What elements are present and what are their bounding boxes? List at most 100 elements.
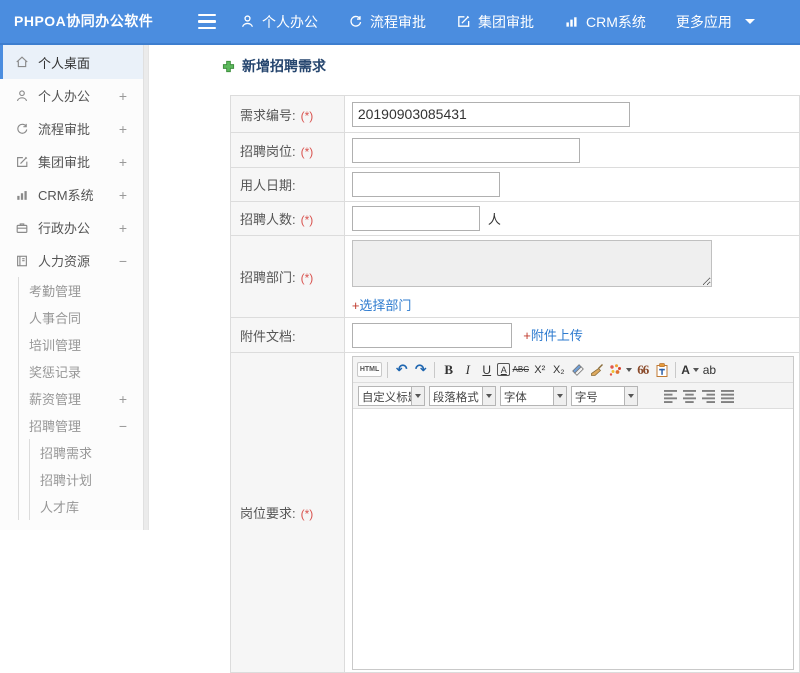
required-mark: (*) — [300, 108, 314, 123]
background-color-button[interactable]: ab — [701, 360, 718, 380]
sidebar-item-human-resources[interactable]: 人力资源 − — [0, 244, 143, 277]
field-label: 招聘岗位: — [240, 143, 296, 159]
nav-item-workflow-approval[interactable]: 流程审批 — [348, 12, 426, 32]
sidebar-item-talent-pool[interactable]: 人才库 — [30, 493, 143, 520]
align-justify-button[interactable] — [720, 386, 737, 406]
expand-plus-icon[interactable]: + — [119, 188, 127, 202]
sidebar-item-recruit-plan[interactable]: 招聘计划 — [30, 466, 143, 493]
nav-item-personal-office[interactable]: 个人办公 — [240, 12, 318, 32]
sidebar-item-admin-office[interactable]: 行政办公 + — [0, 211, 143, 244]
custom-heading-select[interactable]: 自定义标题 — [357, 385, 425, 406]
form-row-recruit-count: 招聘人数: (*) 人 — [230, 201, 800, 236]
clean-brush-button[interactable] — [588, 360, 605, 380]
hr-submenu: 考勤管理 人事合同 培训管理 奖惩记录 薪资管理 + 招聘管理 − 招聘需求 招… — [18, 277, 143, 520]
expand-plus-icon[interactable]: + — [119, 392, 127, 406]
sidebar-item-recruit-mgmt[interactable]: 招聘管理 − — [19, 412, 143, 439]
field-label: 岗位要求: — [240, 506, 296, 521]
dropdown-caret-icon — [626, 367, 633, 372]
align-left-button[interactable] — [663, 386, 680, 406]
sidebar-item-hr-contract[interactable]: 人事合同 — [19, 304, 143, 331]
eraser-icon — [571, 363, 584, 376]
expand-plus-icon[interactable]: + — [119, 89, 127, 103]
expand-plus-icon[interactable]: + — [119, 155, 127, 169]
nav-item-crm[interactable]: CRM系统 — [564, 12, 646, 32]
sidebar-item-personal-desktop[interactable]: 个人桌面 — [0, 45, 143, 79]
sidebar-item-workflow-approval[interactable]: 流程审批 + — [0, 112, 143, 145]
redo-button[interactable]: ↷ — [412, 360, 429, 380]
user-icon — [240, 14, 255, 29]
page-title: 新增招聘需求 — [222, 56, 800, 76]
expand-plus-icon[interactable]: + — [119, 221, 127, 235]
recruit-department-textarea[interactable] — [351, 240, 712, 287]
align-right-button[interactable] — [701, 386, 718, 406]
italic-button[interactable]: I — [459, 360, 476, 380]
font-size-select[interactable]: 字号 — [570, 385, 638, 406]
user-icon — [15, 89, 29, 103]
select-department-link[interactable]: +选择部门 — [352, 298, 412, 313]
form-row-recruit-department: 招聘部门: (*) +选择部门 — [230, 235, 800, 318]
undo-button[interactable]: ↶ — [393, 360, 410, 380]
paste-text-button[interactable] — [653, 360, 670, 380]
dropdown-caret-icon — [485, 393, 492, 398]
editor-toolbar-row1: HTML ↶ ↷ B I U A ABC X² X₂ 66 A ab — [352, 357, 793, 383]
paragraph-format-select[interactable]: 段落格式 — [428, 385, 496, 406]
app-logo: PHPOA协同办公软件 — [14, 13, 154, 29]
sidebar-item-training-mgmt[interactable]: 培训管理 — [19, 331, 143, 358]
align-left-icon — [664, 389, 678, 403]
nav-item-group-approval[interactable]: 集团审批 — [456, 12, 534, 32]
workflow-icon — [348, 14, 363, 29]
dropdown-caret-icon — [627, 393, 634, 398]
sidebar-item-salary-mgmt[interactable]: 薪资管理 + — [19, 385, 143, 412]
hamburger-menu-icon[interactable] — [198, 14, 216, 29]
field-label: 招聘人数: — [240, 212, 296, 227]
collapse-minus-icon[interactable]: − — [119, 254, 127, 268]
required-mark: (*) — [300, 271, 314, 285]
sidebar-item-group-approval[interactable]: 集团审批 + — [0, 145, 143, 178]
editor-content-area[interactable] — [352, 409, 793, 669]
form-row-attachment: 附件文档: +附件上传 — [230, 317, 800, 353]
bar-chart-icon — [15, 188, 29, 202]
sidebar-item-recruit-demand[interactable]: 招聘需求 — [30, 439, 143, 466]
demand-number-input[interactable] — [351, 101, 630, 127]
attachment-input[interactable] — [351, 322, 512, 348]
home-icon — [15, 55, 29, 69]
bar-chart-icon — [564, 14, 579, 29]
strikethrough-button[interactable]: ABC — [512, 360, 529, 380]
font-family-select[interactable]: 字体 — [499, 385, 567, 406]
bold-button[interactable]: B — [440, 360, 457, 380]
recruit-count-input[interactable] — [351, 206, 480, 231]
sidebar-item-personal-office[interactable]: 个人办公 + — [0, 79, 143, 112]
color-palette-button[interactable] — [607, 360, 633, 380]
approval-edit-icon — [15, 155, 29, 169]
html-source-button[interactable]: HTML — [356, 362, 383, 377]
superscript-button[interactable]: X² — [531, 360, 548, 380]
form-row-recruit-position: 招聘岗位: (*) — [230, 132, 800, 168]
align-center-button[interactable] — [682, 386, 699, 406]
sidebar-item-crm[interactable]: CRM系统 + — [0, 178, 143, 211]
broom-icon — [590, 363, 603, 376]
align-justify-icon — [721, 389, 735, 403]
palette-icon — [610, 363, 622, 376]
expand-plus-icon[interactable]: + — [119, 122, 127, 136]
blockquote-button[interactable]: 66 — [634, 360, 651, 380]
approval-edit-icon — [456, 14, 471, 29]
recruit-position-input[interactable] — [351, 137, 580, 163]
subscript-button[interactable]: X₂ — [550, 360, 567, 380]
collapse-minus-icon[interactable]: − — [119, 419, 127, 433]
top-navbar: PHPOA协同办公软件 个人办公 流程审批 集团审批 CRM系统 更多应用 — [0, 0, 800, 45]
top-nav-menu: 个人办公 流程审批 集团审批 CRM系统 更多应用 — [240, 0, 755, 43]
underline-button[interactable]: U — [478, 360, 495, 380]
eraser-format-button[interactable] — [569, 360, 586, 380]
attachment-upload-link[interactable]: +附件上传 — [523, 328, 583, 343]
align-center-icon — [683, 389, 697, 403]
nav-item-more-apps[interactable]: 更多应用 — [676, 12, 755, 32]
styled-text-button[interactable]: A — [497, 363, 511, 376]
required-mark: (*) — [300, 507, 314, 521]
align-right-icon — [702, 389, 716, 403]
required-mark: (*) — [300, 144, 314, 159]
sidebar-item-reward-punish[interactable]: 奖惩记录 — [19, 358, 143, 385]
field-label: 需求编号: — [240, 107, 296, 123]
font-color-button[interactable]: A — [681, 360, 699, 380]
hire-date-input[interactable] — [351, 172, 500, 197]
sidebar-item-attendance-mgmt[interactable]: 考勤管理 — [19, 277, 143, 304]
